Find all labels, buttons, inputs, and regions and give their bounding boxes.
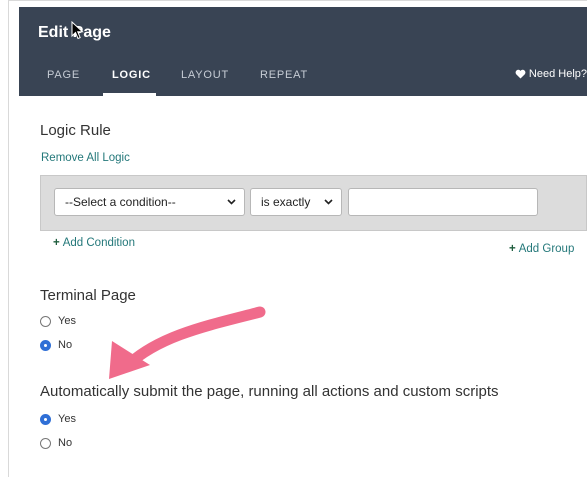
autosubmit-yes-label: Yes [58,413,76,425]
logic-rule-title: Logic Rule [40,122,111,139]
autosubmit-yes-option[interactable]: Yes [40,413,76,425]
terminal-no-label: No [58,339,73,351]
remove-all-logic-link[interactable]: Remove All Logic [41,152,130,164]
tab-layout[interactable]: LAYOUT [181,69,229,81]
add-group-label: Add Group [518,243,575,255]
heart-icon [515,69,526,79]
add-condition-link[interactable]: + Add Condition [53,237,135,249]
operator-select-value: is exactly [261,195,311,209]
need-help-link[interactable]: Need Help? [515,68,587,80]
plus-icon: + [53,237,60,249]
plus-icon: + [509,243,516,255]
autosubmit-title: Automatically submit the page, running a… [40,383,499,400]
chevron-down-icon [321,199,335,205]
operator-select[interactable]: is exactly [250,188,342,216]
edit-page-header: Edit Page PAGE LOGIC LAYOUT REPEAT Need … [19,7,587,96]
terminal-no-option[interactable]: No [40,339,72,351]
tab-bar: PAGE LOGIC LAYOUT REPEAT [19,65,587,96]
chevron-down-icon [224,199,238,205]
tab-repeat[interactable]: REPEAT [260,69,308,81]
condition-select[interactable]: --Select a condition-- [54,188,245,216]
condition-group-box: --Select a condition-- is exactly [40,175,587,231]
terminal-yes-label: Yes [58,315,76,327]
tab-page[interactable]: PAGE [47,69,80,81]
add-group-link[interactable]: + Add Group [509,243,574,255]
add-condition-label: Add Condition [62,237,135,249]
terminal-yes-radio[interactable] [40,315,51,327]
tab-logic[interactable]: LOGIC [112,69,151,81]
autosubmit-no-radio[interactable] [40,437,51,449]
need-help-label: Need Help? [528,68,587,80]
autosubmit-no-label: No [58,437,73,449]
autosubmit-no-option[interactable]: No [40,437,72,449]
condition-value-input[interactable] [348,188,538,216]
pink-arrow-annotation [109,306,266,379]
autosubmit-yes-radio[interactable] [40,413,51,425]
condition-select-value: --Select a condition-- [65,195,176,209]
terminal-no-radio[interactable] [40,339,51,351]
active-tab-indicator [103,93,156,96]
terminal-yes-option[interactable]: Yes [40,315,76,327]
mouse-cursor-icon [71,21,84,40]
